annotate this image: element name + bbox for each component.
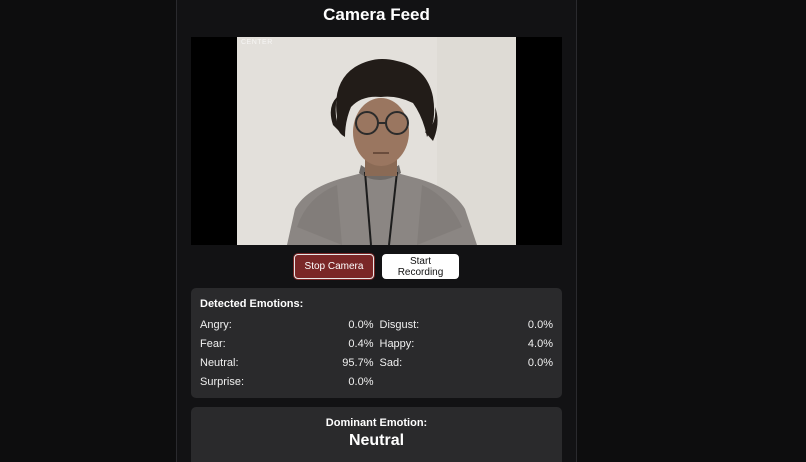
emotion-row-fear: Fear: 0.4%: [200, 335, 374, 354]
emotion-label: Disgust:: [379, 319, 420, 331]
camera-panel: Camera Feed CENTER Stop Camera Start Rec…: [176, 0, 577, 462]
emotion-row-surprise: Surprise: 0.0%: [200, 373, 374, 392]
camera-controls: Stop Camera Start Recording: [177, 254, 576, 279]
emotion-row-sad: Sad: 0.0%: [380, 354, 554, 373]
camera-video-feed: CENTER: [237, 37, 516, 245]
emotion-value: 95.7%: [342, 357, 374, 369]
emotion-row-disgust: Disgust: 0.0%: [380, 316, 554, 335]
dominant-emotion-value: Neutral: [348, 432, 405, 449]
emotions-grid: Angry: 0.0% Disgust: 0.0% Fear: 0.4% Hap…: [200, 316, 553, 392]
emotion-value: 0.4%: [348, 338, 374, 350]
emotion-value: 0.0%: [527, 319, 553, 331]
detected-emotions-heading: Detected Emotions:: [200, 298, 304, 310]
dominant-emotion-card: Dominant Emotion: Neutral: [191, 407, 562, 462]
emotion-row-happy: Happy: 4.0%: [380, 335, 554, 354]
emotion-label: Surprise:: [200, 376, 245, 388]
webcam-person-image: [237, 37, 516, 245]
start-recording-button[interactable]: Start Recording: [382, 254, 459, 279]
emotion-value: 0.0%: [348, 319, 374, 331]
detected-emotions-card: Detected Emotions: Angry: 0.0% Disgust: …: [191, 288, 562, 398]
emotion-label: Angry:: [200, 319, 232, 331]
video-overlay-label: CENTER: [241, 39, 273, 46]
emotion-value: 4.0%: [527, 338, 553, 350]
emotion-row-neutral: Neutral: 95.7%: [200, 354, 374, 373]
stop-camera-button[interactable]: Stop Camera: [294, 254, 374, 279]
emotion-label: Sad:: [379, 357, 403, 369]
emotion-label: Neutral:: [200, 357, 239, 369]
emotion-value: 0.0%: [348, 376, 374, 388]
emotion-row-angry: Angry: 0.0%: [200, 316, 374, 335]
page-title: Camera Feed: [323, 5, 430, 24]
emotion-label: Happy:: [379, 338, 415, 350]
emotion-value: 0.0%: [527, 357, 553, 369]
emotion-label: Fear:: [200, 338, 226, 350]
dominant-emotion-heading: Dominant Emotion:: [325, 417, 428, 429]
video-frame: CENTER: [191, 37, 562, 245]
